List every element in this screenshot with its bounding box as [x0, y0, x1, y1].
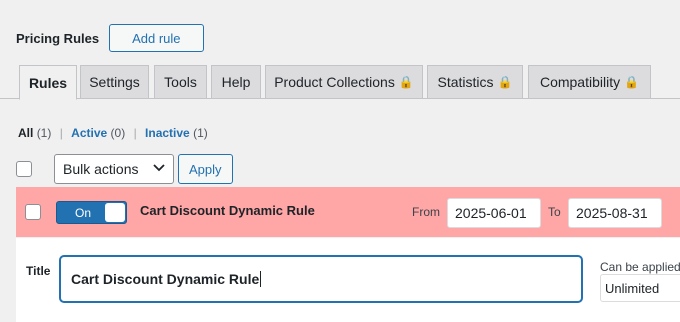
from-label: From: [412, 205, 440, 219]
tab-compatibility[interactable]: Compatibility 🔒: [528, 65, 651, 99]
page-header: Pricing Rules Add rule: [16, 24, 204, 52]
title-label: Title: [26, 264, 51, 278]
title-input-value: Cart Discount Dynamic Rule: [71, 271, 260, 287]
tab-label: Statistics: [437, 74, 494, 90]
can-be-applied-label: Can be applied: [600, 260, 680, 274]
tab-help[interactable]: Help: [211, 65, 261, 99]
apply-button[interactable]: Apply: [178, 154, 233, 184]
filter-active-count: (0): [110, 126, 126, 140]
tab-tools[interactable]: Tools: [154, 65, 207, 99]
rule-row: On Cart Discount Dynamic Rule From 2025-…: [16, 187, 680, 237]
rule-checkbox[interactable]: [25, 204, 41, 220]
tab-label: Compatibility: [539, 74, 621, 90]
bulk-actions-select[interactable]: Bulk actions: [54, 154, 174, 184]
filter-active[interactable]: Active: [71, 126, 107, 140]
page-title: Pricing Rules: [16, 30, 100, 46]
tab-label: Product Collections: [274, 74, 395, 90]
filter-all[interactable]: All: [18, 126, 33, 140]
filter-separator: |: [59, 126, 63, 140]
can-be-applied-value: Unlimited: [605, 280, 660, 296]
text-cursor: [260, 271, 262, 287]
chevron-down-icon: [153, 163, 165, 175]
rule-name[interactable]: Cart Discount Dynamic Rule: [140, 203, 315, 218]
filter-all-count: (1): [36, 126, 52, 140]
tab-label: Tools: [164, 74, 197, 90]
toggle-label: On: [75, 206, 92, 220]
rule-edit-panel: Title Cart Discount Dynamic Rule Can be …: [16, 238, 680, 322]
tab-statistics[interactable]: Statistics 🔒: [427, 65, 523, 99]
select-all-checkbox[interactable]: [16, 161, 32, 177]
tab-rules[interactable]: Rules: [19, 65, 77, 100]
filter-inactive-count: (1): [193, 126, 208, 140]
tab-product-collections[interactable]: Product Collections 🔒: [265, 65, 423, 99]
bulk-actions-value: Bulk actions: [63, 161, 139, 177]
tab-settings[interactable]: Settings: [80, 65, 149, 99]
lock-icon: 🔒: [624, 75, 640, 89]
toggle-knob: [105, 203, 125, 222]
to-date-input[interactable]: 2025-08-31: [568, 198, 662, 228]
tab-bar: Rules Settings Tools Help Product Collec…: [0, 65, 680, 100]
filter-separator: |: [133, 126, 137, 140]
tab-label: Settings: [89, 74, 140, 90]
bulk-actions-bar: Bulk actions Apply: [16, 154, 233, 184]
lock-icon: 🔒: [497, 75, 513, 89]
filter-inactive[interactable]: Inactive: [145, 126, 190, 140]
can-be-applied-select[interactable]: Unlimited: [600, 274, 680, 302]
add-rule-button[interactable]: Add rule: [109, 24, 204, 52]
status-filters: All (1) | Active (0) | Inactive (1): [18, 126, 208, 140]
lock-icon: 🔒: [398, 75, 414, 89]
title-input[interactable]: Cart Discount Dynamic Rule: [60, 256, 582, 302]
from-date-input[interactable]: 2025-06-01: [447, 198, 541, 228]
to-label: To: [548, 205, 561, 219]
rule-status-toggle[interactable]: On: [56, 201, 127, 224]
tab-label: Help: [221, 74, 251, 90]
tab-label: Rules: [28, 74, 68, 91]
